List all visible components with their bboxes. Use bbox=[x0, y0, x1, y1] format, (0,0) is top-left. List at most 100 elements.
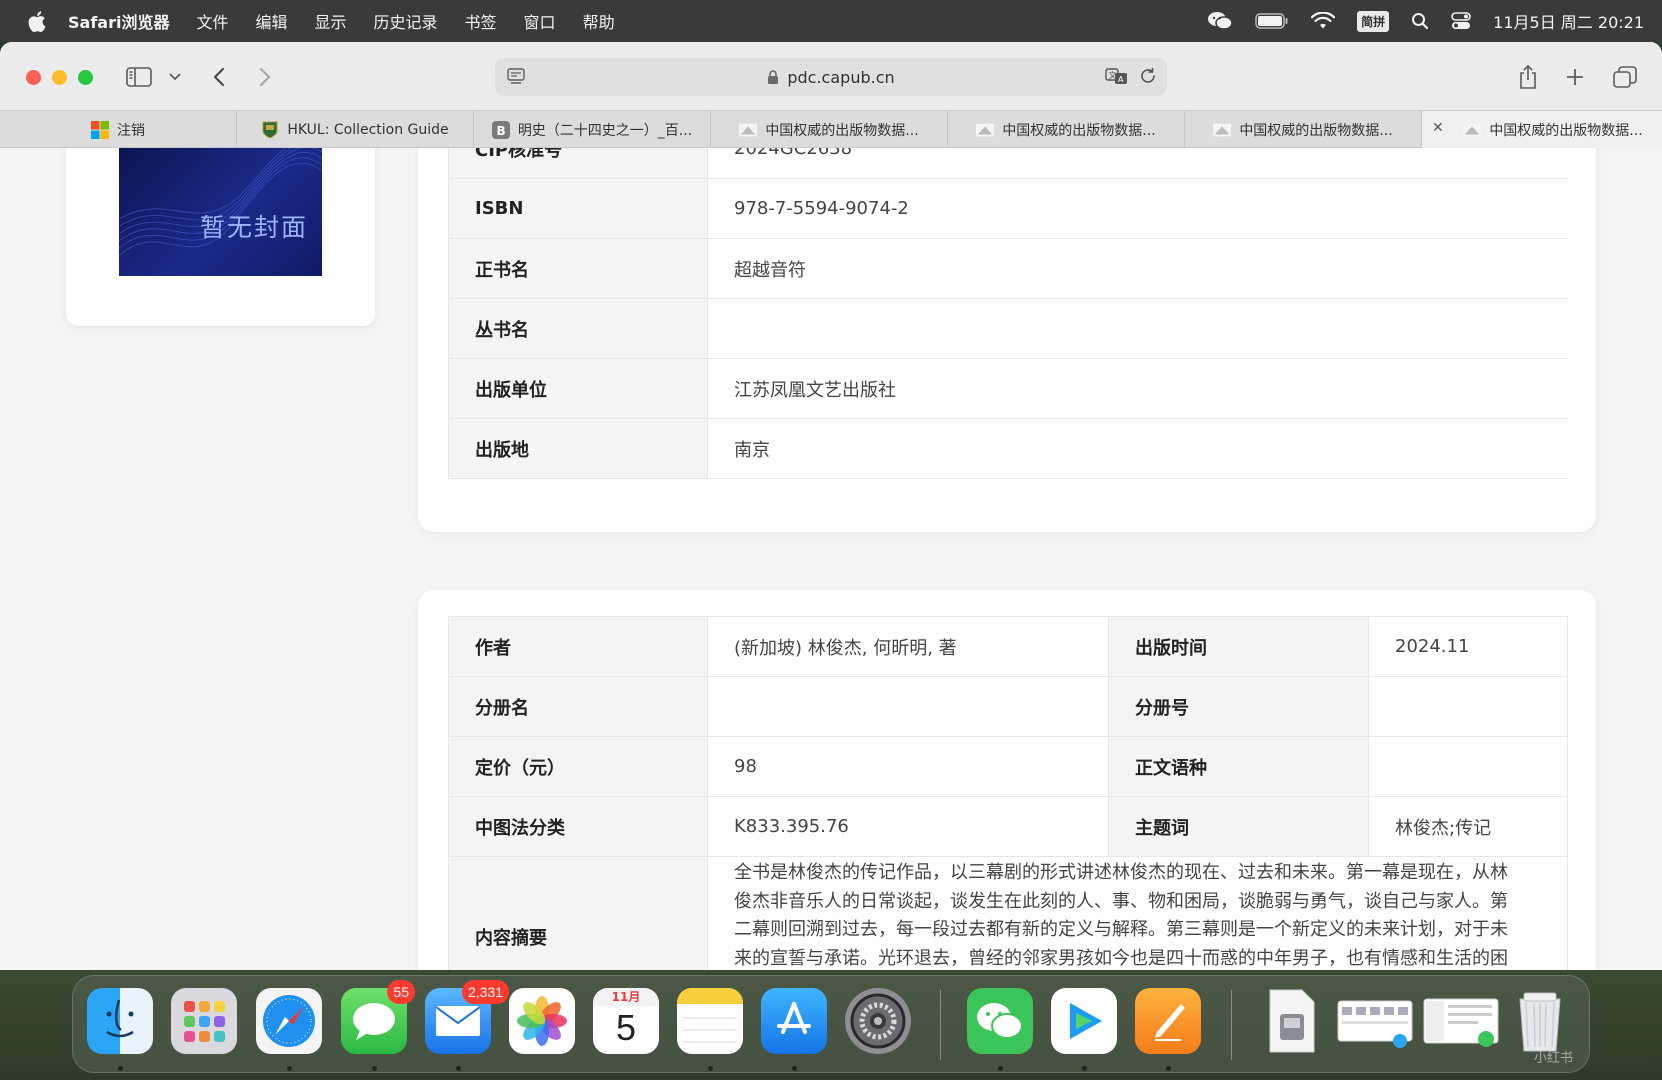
tab-mingshi[interactable]: B 明史（二十四史之一）_百... bbox=[474, 111, 711, 148]
translate-icon[interactable]: 文A bbox=[1105, 67, 1129, 85]
dock: 55 2,331 11月 5 小红书 bbox=[72, 975, 1590, 1073]
tab-capub-2[interactable]: 中国权威的出版物数据... bbox=[948, 111, 1185, 148]
tab-label: 中国权威的出版物数据... bbox=[765, 122, 919, 139]
document-stack-icon[interactable] bbox=[1259, 988, 1325, 1054]
running-indicator bbox=[792, 1066, 797, 1071]
tab-overview-icon[interactable] bbox=[1610, 62, 1640, 92]
chevron-down-icon[interactable] bbox=[160, 62, 190, 92]
capub-icon bbox=[1463, 121, 1482, 139]
lock-icon bbox=[767, 69, 779, 85]
field-value bbox=[1368, 676, 1568, 737]
minimized-window-thumbnail[interactable] bbox=[1421, 988, 1501, 1054]
menu-app-name[interactable]: Safari浏览器 bbox=[68, 9, 169, 33]
new-tab-icon[interactable] bbox=[1560, 62, 1590, 92]
wechat-status-icon[interactable] bbox=[1207, 11, 1233, 31]
tab-label: 中国权威的出版物数据... bbox=[1239, 122, 1393, 139]
tab-capub-3[interactable]: 中国权威的出版物数据... bbox=[1185, 111, 1422, 148]
unread-badge: 2,331 bbox=[461, 980, 509, 1004]
field-label: 分册号 bbox=[1108, 676, 1369, 737]
page-menu-icon[interactable] bbox=[507, 67, 525, 85]
spotlight-search-icon[interactable] bbox=[1411, 12, 1429, 30]
menu-history[interactable]: 历史记录 bbox=[374, 9, 438, 33]
running-indicator bbox=[708, 1066, 713, 1071]
tab-capub-1[interactable]: 中国权威的出版物数据... bbox=[711, 111, 948, 148]
notes-icon[interactable] bbox=[677, 988, 743, 1054]
launchpad-icon[interactable] bbox=[171, 988, 237, 1054]
running-indicator bbox=[372, 1066, 377, 1071]
capub-icon bbox=[976, 121, 995, 139]
table-row: 定价（元） 98 正文语种 bbox=[448, 736, 1568, 797]
field-label: ISBN bbox=[448, 178, 708, 239]
zoom-window-button[interactable] bbox=[78, 70, 93, 85]
tab-hkul[interactable]: HKUL: Collection Guide bbox=[237, 111, 474, 148]
table-row: 正书名 超越音符 bbox=[448, 238, 1568, 299]
tencent-video-icon[interactable] bbox=[1051, 988, 1117, 1054]
back-icon[interactable] bbox=[204, 62, 234, 92]
field-value bbox=[1368, 736, 1568, 797]
share-icon[interactable] bbox=[1513, 62, 1543, 92]
photos-icon[interactable] bbox=[509, 988, 575, 1054]
wifi-icon[interactable] bbox=[1311, 12, 1336, 30]
capub-icon bbox=[1213, 121, 1232, 139]
battery-icon[interactable] bbox=[1255, 13, 1289, 29]
field-label: 正文语种 bbox=[1108, 736, 1369, 797]
apple-icon[interactable] bbox=[26, 10, 48, 32]
tab-signout[interactable]: 注销 bbox=[0, 111, 237, 148]
field-label: 出版单位 bbox=[448, 358, 708, 419]
finder-icon[interactable] bbox=[87, 988, 153, 1054]
tab-label: HKUL: Collection Guide bbox=[287, 121, 449, 138]
menu-bookmarks[interactable]: 书签 bbox=[465, 9, 497, 33]
field-value: 978-7-5594-9074-2 bbox=[707, 178, 1568, 239]
field-value: 南京 bbox=[707, 418, 1568, 479]
microsoft-icon bbox=[91, 120, 109, 139]
close-window-button[interactable] bbox=[26, 70, 41, 85]
menu-help[interactable]: 帮助 bbox=[583, 9, 615, 33]
calendar-day: 5 bbox=[615, 1007, 637, 1048]
control-center-icon[interactable] bbox=[1451, 12, 1471, 30]
mail-icon[interactable]: 2,331 bbox=[425, 980, 509, 1054]
basic-info-card: CIP核准号 2024GC2638 ISBN 978-7-5594-9074-2… bbox=[418, 148, 1596, 532]
field-value: K833.395.76 bbox=[707, 796, 1109, 857]
menu-file[interactable]: 文件 bbox=[196, 9, 228, 33]
url-text[interactable]: pdc.capub.cn bbox=[787, 68, 894, 87]
minimized-window-thumbnail[interactable] bbox=[1335, 988, 1415, 1054]
app-store-icon[interactable] bbox=[761, 988, 827, 1054]
safari-icon[interactable] bbox=[256, 988, 322, 1054]
web-page: 暂无封面 CIP核准号 2024GC2638 ISBN 978-7-5594-9… bbox=[0, 148, 1662, 970]
table-row: 作者 (新加坡) 林俊杰, 何昕明, 著 出版时间 2024.11 bbox=[448, 616, 1568, 677]
reload-icon[interactable] bbox=[1139, 67, 1157, 85]
content-summary: 全书是林俊杰的传记作品，以三幕剧的形式讲述林俊杰的现在、过去和未来。第一幕是现在… bbox=[707, 856, 1568, 970]
menu-window[interactable]: 窗口 bbox=[524, 9, 556, 33]
field-value: (新加坡) 林俊杰, 何昕明, 著 bbox=[707, 616, 1109, 677]
forward-icon[interactable] bbox=[250, 62, 280, 92]
detail-info-table: 作者 (新加坡) 林俊杰, 何昕明, 著 出版时间 2024.11 分册名 分册… bbox=[448, 616, 1568, 970]
field-label: 正书名 bbox=[448, 238, 708, 299]
detail-info-card: 作者 (新加坡) 林俊杰, 何昕明, 著 出版时间 2024.11 分册名 分册… bbox=[418, 590, 1596, 970]
minimize-window-button[interactable] bbox=[52, 70, 67, 85]
summary-label: 内容摘要 bbox=[448, 856, 708, 970]
close-tab-icon[interactable]: ✕ bbox=[1432, 120, 1444, 136]
tab-label: 中国权威的出版物数据... bbox=[1002, 122, 1156, 139]
tab-label: 中国权威的出版物数据... bbox=[1489, 122, 1643, 139]
table-row: ISBN 978-7-5594-9074-2 bbox=[448, 178, 1568, 239]
messages-icon[interactable]: 55 bbox=[341, 980, 415, 1054]
input-method-indicator[interactable]: 简拼 bbox=[1357, 10, 1390, 32]
wechat-icon[interactable] bbox=[967, 988, 1033, 1054]
table-row: 内容摘要 全书是林俊杰的传记作品，以三幕剧的形式讲述林俊杰的现在、过去和未来。第… bbox=[448, 856, 1568, 970]
field-value bbox=[707, 676, 1109, 737]
table-row: 分册名 分册号 bbox=[448, 676, 1568, 737]
book-cover-placeholder: 暂无封面 bbox=[119, 148, 322, 276]
address-bar[interactable]: pdc.capub.cn 文A bbox=[495, 58, 1167, 96]
sidebar-toggle-icon[interactable] bbox=[124, 62, 154, 92]
safari-toolbar: pdc.capub.cn 文A bbox=[0, 42, 1662, 110]
tab-capub-active[interactable]: ✕ 中国权威的出版物数据... bbox=[1422, 111, 1662, 148]
menu-edit[interactable]: 编辑 bbox=[255, 9, 287, 33]
menu-view[interactable]: 显示 bbox=[315, 9, 347, 33]
menu-clock[interactable]: 11月5日 周二 20:21 bbox=[1493, 9, 1644, 33]
field-value: 江苏凤凰文艺出版社 bbox=[707, 358, 1568, 419]
calendar-icon[interactable]: 11月 5 bbox=[593, 988, 659, 1054]
pages-icon[interactable] bbox=[1135, 988, 1201, 1054]
table-row: 丛书名 bbox=[448, 298, 1568, 359]
trash-icon[interactable] bbox=[1507, 988, 1573, 1054]
settings-icon[interactable] bbox=[845, 988, 911, 1054]
